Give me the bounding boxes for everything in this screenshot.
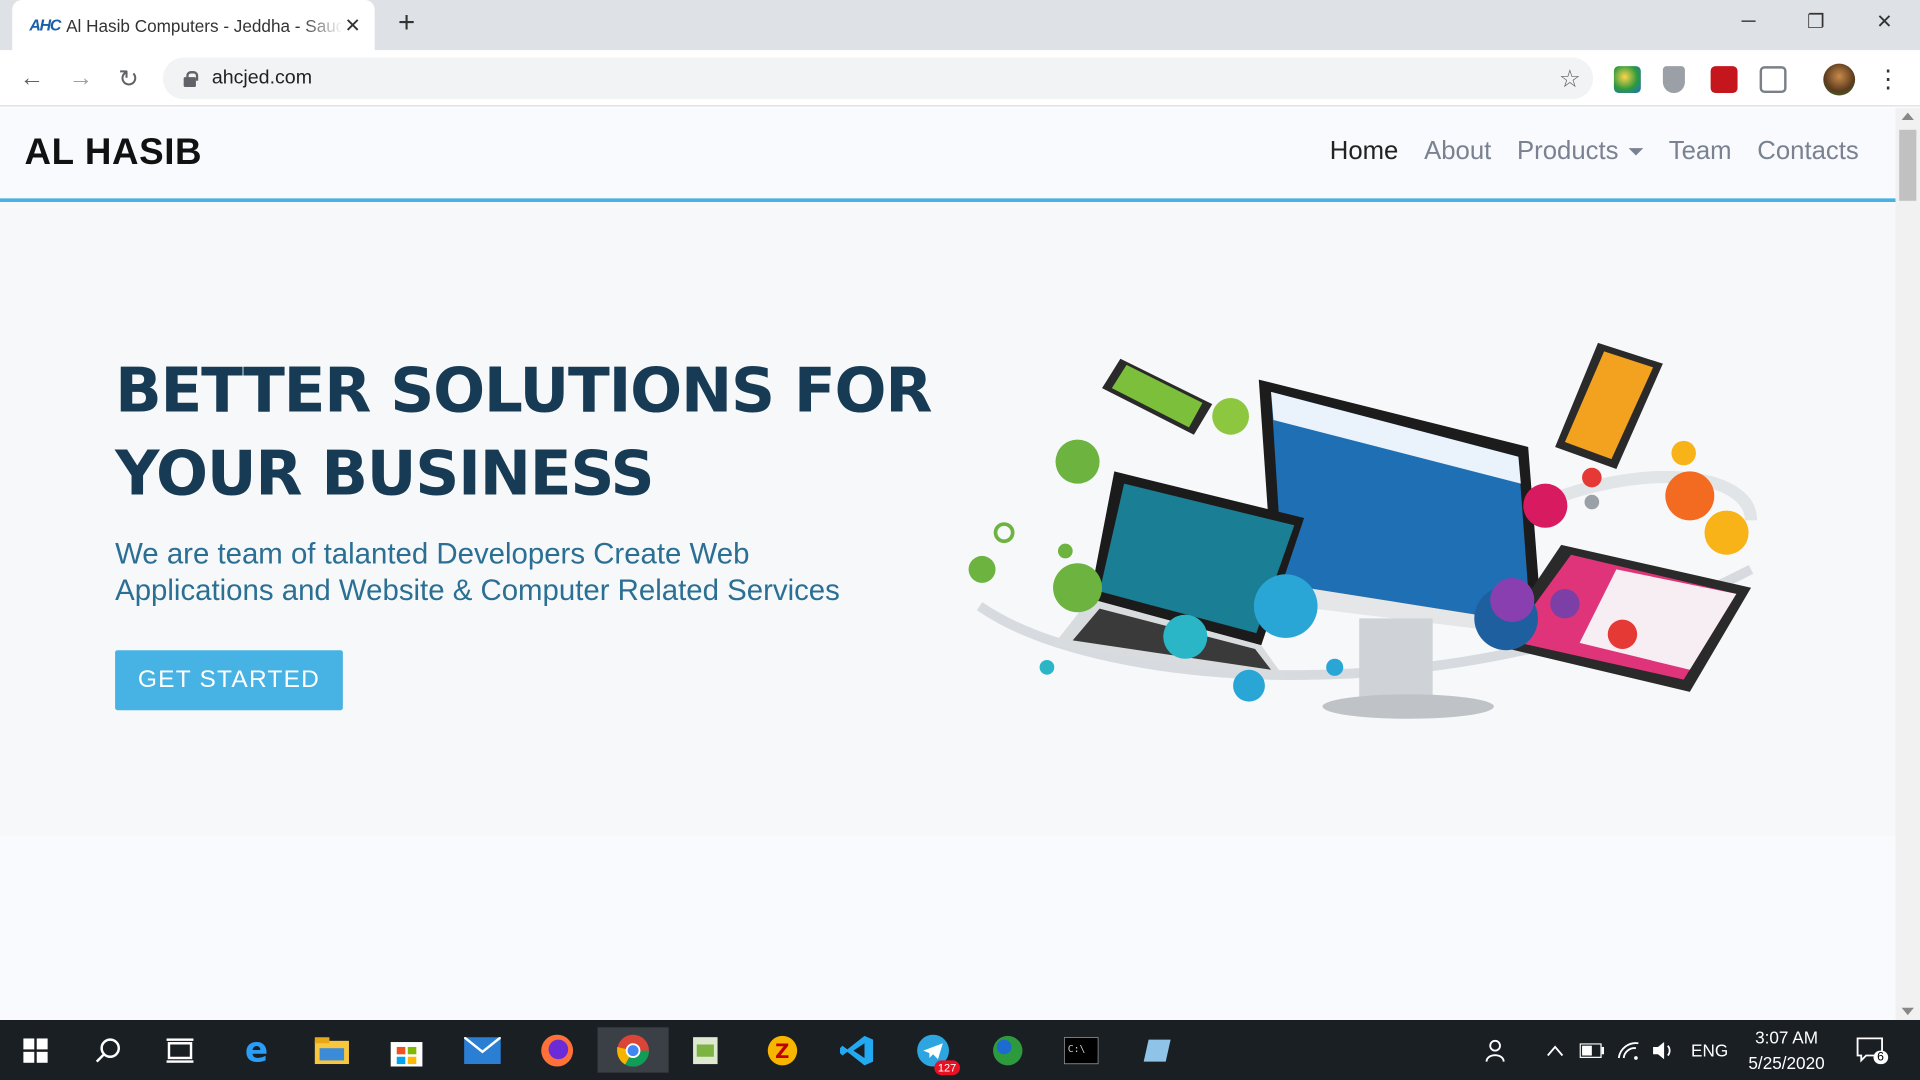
address-bar[interactable]: ahcjed.com ☆ [162,57,1594,100]
show-hidden-icons-icon[interactable] [1547,1020,1564,1080]
hero-section: BETTER SOLUTIONS FOR YOUR BUSINESS We ar… [0,202,1896,837]
chevron-down-icon [1628,148,1643,156]
cast-extension-icon[interactable] [1759,66,1787,94]
command-prompt-icon[interactable]: C:\ [1058,1027,1103,1072]
clock-date: 5/25/2020 [1748,1053,1825,1073]
window-close-button[interactable]: ✕ [1856,0,1912,44]
clock-time: 3:07 AM [1755,1027,1818,1047]
nav-products-label: Products [1517,137,1619,166]
shield-extension-icon[interactable] [1662,66,1685,94]
url-text: ahcjed.com [211,67,313,89]
people-icon[interactable] [1484,1020,1511,1080]
nav-home[interactable]: Home [1330,137,1399,166]
scroll-down-arrow-icon[interactable] [1901,1007,1914,1016]
pdf-extension-icon[interactable] [1710,66,1738,94]
bookmark-star-icon[interactable]: ☆ [1559,64,1581,95]
volume-icon[interactable] [1652,1020,1676,1080]
tab-favicon: AHC [29,15,61,35]
telegram-badge: 127 [934,1060,961,1076]
notification-count: 6 [1873,1050,1888,1065]
store-icon[interactable] [383,1027,428,1072]
tab-title: Al Hasib Computers - Jeddha - Saudi [66,15,343,35]
clock[interactable]: 3:07 AM 5/25/2020 [1731,1025,1841,1076]
snipping-tool-icon[interactable] [1134,1027,1179,1072]
hero-title: BETTER SOLUTIONS FOR YOUR BUSINESS [115,355,932,510]
svg-text:C:\: C:\ [1067,1043,1085,1054]
edge-icon[interactable]: e [234,1027,279,1072]
monitor-icon [1258,379,1543,719]
restore-button[interactable]: ❐ [1788,0,1844,44]
windows-taskbar: e Z 127 C:\ ENG 3:07 AM 5/25/2020 6 [0,1020,1920,1080]
mail-icon[interactable] [459,1027,504,1072]
language-indicator[interactable]: ENG [1691,1020,1728,1080]
nav-team[interactable]: Team [1669,137,1732,166]
tab-close-icon[interactable]: ✕ [343,13,363,37]
forward-button[interactable]: → [64,61,98,95]
nav-contacts[interactable]: Contacts [1757,137,1858,166]
filezilla-icon[interactable]: Z [759,1027,804,1072]
page-scrollbar[interactable] [1895,107,1920,1021]
internet-download-manager-icon[interactable] [984,1027,1029,1072]
get-started-button[interactable]: GET STARTED [115,650,343,711]
profile-avatar[interactable] [1823,63,1856,96]
scrollbar-thumb[interactable] [1899,129,1917,201]
nav-products[interactable]: Products [1517,137,1643,166]
vscode-icon[interactable] [834,1027,879,1072]
tab-strip: AHC Al Hasib Computers - Jeddha - Saudi … [0,0,1920,51]
firefox-icon[interactable] [534,1027,579,1072]
battery-icon[interactable] [1579,1020,1605,1080]
nav-about[interactable]: About [1424,137,1491,166]
browser-toolbar: ← → ↻ ahcjed.com ☆ ⋮ [0,50,1920,107]
browser-menu-icon[interactable]: ⋮ [1871,61,1905,95]
browser-tab[interactable]: AHC Al Hasib Computers - Jeddha - Saudi … [12,0,375,51]
back-button[interactable]: ← [15,61,49,95]
start-button[interactable] [12,1027,57,1072]
lock-icon [182,70,199,87]
minimize-button[interactable]: ─ [1720,0,1776,44]
globe-extension-icon[interactable] [1613,66,1641,94]
site-logo[interactable]: AL HASIB [24,132,202,174]
svg-text:Z: Z [774,1039,788,1062]
hero-illustration [968,342,1758,719]
web-page: AL HASIB Home About Products Team Contac… [0,107,1896,1021]
new-tab-button[interactable]: + [391,7,423,41]
telegram-icon[interactable]: 127 [910,1027,961,1076]
task-view-icon[interactable] [157,1027,202,1072]
reload-button[interactable]: ↻ [111,61,145,95]
main-nav: Home About Products Team Contacts [1304,137,1859,166]
scroll-up-arrow-icon[interactable] [1901,112,1914,121]
chrome-icon[interactable] [597,1027,669,1073]
notepad-plus-icon[interactable] [683,1027,728,1072]
site-header: AL HASIB Home About Products Team Contac… [0,107,1896,203]
file-explorer-icon[interactable] [309,1027,354,1072]
search-icon[interactable] [86,1027,131,1072]
notification-center-icon[interactable]: 6 [1856,1020,1888,1080]
wifi-icon[interactable] [1616,1020,1640,1080]
hero-subtitle: We are team of talanted Developers Creat… [115,537,840,608]
